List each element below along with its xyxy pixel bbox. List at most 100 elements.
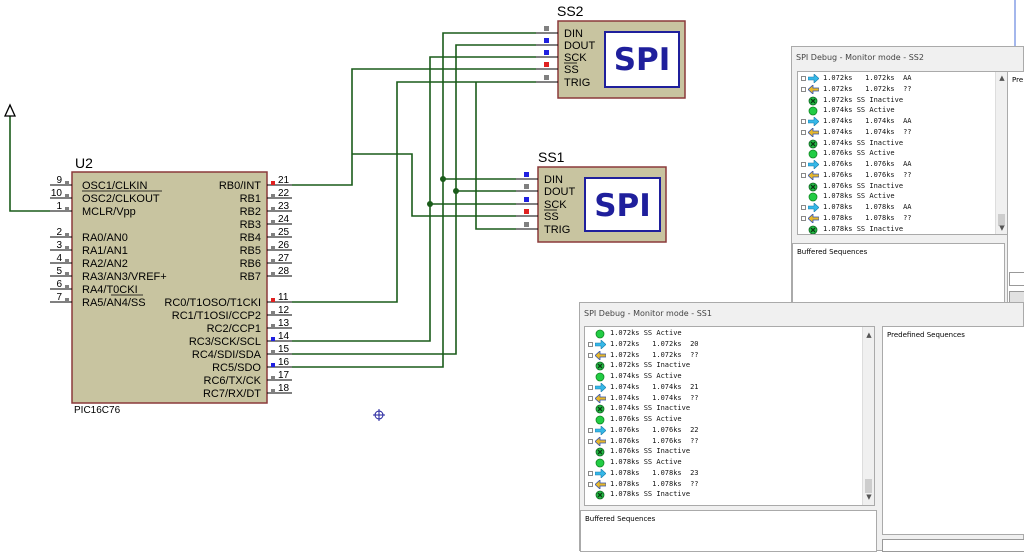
log-row[interactable]: 1.074ks 1.074ks ?? [798,127,996,138]
log-scrollbar[interactable]: ▲ ▼ [862,327,874,505]
buffered-sequences-pane[interactable]: Buffered Sequences [580,510,877,552]
arrow-right-icon [595,468,606,478]
log-row[interactable]: 1.076ks SS Inactive [585,446,864,457]
expand-toggle-icon[interactable] [588,438,593,444]
log-row[interactable]: 1.076ks 1.076ks ?? [798,170,996,181]
log-row[interactable]: 1.074ks 1.074ks ?? [585,393,864,404]
expand-toggle-icon[interactable] [801,215,806,221]
buffered-sequences-label: Buffered Sequences [797,248,868,256]
pin-label: RA2/AN2 [82,258,128,270]
log-row-text: 1.074ks SS Inactive [823,138,904,147]
predefined-sequences-label: Predefined Sequences [887,331,965,339]
log-row-text: 1.074ks SS Active [610,372,682,380]
wire-junction [440,176,446,182]
wire-9 [429,56,536,204]
log-row[interactable]: 1.072ks 1.072ks ?? [585,350,864,361]
expand-toggle-icon[interactable] [801,162,806,167]
log-row[interactable]: 1.072ks SS Inactive [585,360,864,371]
mcu-chip[interactable]: U2 PIC16C76 9 OSC1/CLKIN 10 OSC2/CLKOUT 1 MCLR/… [50,155,292,416]
expand-toggle-icon[interactable] [801,86,806,92]
pin-marker [65,259,69,263]
ss-active-icon [595,415,605,425]
log-row[interactable]: 1.072ks SS Inactive [798,95,996,106]
ss-inactive-icon [595,447,605,457]
log-row[interactable]: 1.078ks 1.078ks ?? [798,213,996,224]
pin-label: OSC2/CLKOUT [82,193,160,205]
spi-debug-window-ss2[interactable]: SPI Debug - Monitor mode - SS2 1.072ks 1… [791,46,1024,311]
spi-debug-window-ss1[interactable]: SPI Debug - Monitor mode - SS1 1.072ks S… [579,302,1024,552]
expand-toggle-icon[interactable] [588,384,593,390]
expand-toggle-icon[interactable] [801,129,806,135]
log-row[interactable]: 1.074ks SS Active [585,371,864,382]
expand-toggle-icon[interactable] [801,76,806,81]
pin-number: 12 [278,305,290,316]
device-pin-dout[interactable]: DOUT [516,184,575,198]
sequence-log[interactable]: 1.072ks 1.072ks AA 1.072ks 1.072ks ?? 1.07… [797,71,1008,235]
expand-toggle-icon[interactable] [801,172,806,178]
log-row[interactable]: 1.078ks SS Active [585,457,864,468]
expand-toggle-icon[interactable] [588,341,593,347]
log-row[interactable]: 1.072ks 1.072ks ?? [798,84,996,95]
log-row[interactable]: 1.074ks 1.074ks AA [798,116,996,127]
log-row[interactable]: 1.076ks SS Active [585,414,864,425]
pin-marker [544,62,549,67]
expand-toggle-icon[interactable] [588,470,593,476]
pin-marker [271,324,275,328]
log-row[interactable]: 1.078ks 1.078ks ?? [585,479,864,490]
log-row[interactable]: 1.078ks 1.078ks AA [798,202,996,213]
log-row[interactable]: 1.076ks SS Inactive [798,181,996,192]
log-row[interactable]: 1.076ks SS Active [798,148,996,159]
expand-toggle-icon[interactable] [588,427,593,433]
send-input-field[interactable] [882,539,1024,552]
ss-inactive-icon [808,225,818,234]
log-row[interactable]: 1.072ks SS Active [585,328,864,339]
predefined-sequences-pane[interactable]: Predefined Sequences [882,326,1024,535]
expand-toggle-icon[interactable] [801,205,806,210]
expand-toggle-icon[interactable] [801,119,806,124]
scroll-up-arrow[interactable]: ▲ [863,329,874,341]
pin-marker [524,172,529,177]
pin-label: SS [544,211,559,223]
pin-label: RA3/AN3/VREF+ [82,271,167,283]
pin-label: OSC1/CLKIN [82,180,147,192]
arrow-right-icon [808,160,819,169]
log-row[interactable]: 1.076ks 1.076ks AA [798,159,996,170]
ss-inactive-icon [808,139,818,148]
spi-device-ss1[interactable]: SS1 SPI DINDOUTSCKSSTRIG [516,149,667,243]
device-pin-dout[interactable]: DOUT [536,38,595,52]
log-row[interactable]: 1.078ks SS Active [798,191,996,202]
log-row[interactable]: 1.072ks 1.072ks 20 [585,339,864,350]
spi-device-ss2[interactable]: SS2 SPI DINDOUTSCKSSTRIG [536,3,686,99]
log-row[interactable]: 1.078ks 1.078ks 23 [585,468,864,479]
send-input-field[interactable] [1009,272,1024,286]
log-row[interactable]: 1.074ks SS Inactive [585,403,864,414]
expand-toggle-icon[interactable] [588,352,593,358]
mcu-reference: U2 [75,155,93,171]
pin-marker [65,285,69,289]
log-row[interactable]: 1.078ks SS Inactive [585,489,864,500]
log-row[interactable]: 1.076ks 1.076ks ?? [585,436,864,447]
sequence-log[interactable]: 1.072ks SS Active 1.072ks 1.072ks 20 1.072… [584,326,875,506]
device-pin-trig[interactable]: TRIG [536,75,590,89]
ss-active-icon [808,149,818,159]
log-row-text: 1.076ks 1.076ks ?? [610,436,699,445]
buffered-sequences-pane[interactable]: Buffered Sequences [792,243,1005,305]
ss-inactive-icon [808,182,818,191]
log-scrollbar[interactable]: ▲ ▼ [995,72,1007,234]
pin-label: RA0/AN0 [82,232,128,244]
pin-marker [271,350,275,354]
log-row[interactable]: 1.076ks 1.076ks 22 [585,425,864,436]
device-pin-trig[interactable]: TRIG [516,222,570,236]
log-row[interactable]: 1.078ks SS Inactive [798,224,996,235]
log-row[interactable]: 1.074ks SS Active [798,105,996,116]
arrow-left-icon [808,213,819,223]
wire-junction [427,201,433,207]
log-row[interactable]: 1.074ks 1.074ks 21 [585,382,864,393]
expand-toggle-icon[interactable] [588,395,593,401]
log-row[interactable]: 1.074ks SS Inactive [798,138,996,149]
log-row[interactable]: 1.072ks 1.072ks AA [798,73,996,84]
expand-toggle-icon[interactable] [588,481,593,487]
scroll-down-arrow[interactable]: ▼ [863,491,874,503]
wire-8 [455,44,536,191]
crosshair-cursor-icon [373,409,385,421]
